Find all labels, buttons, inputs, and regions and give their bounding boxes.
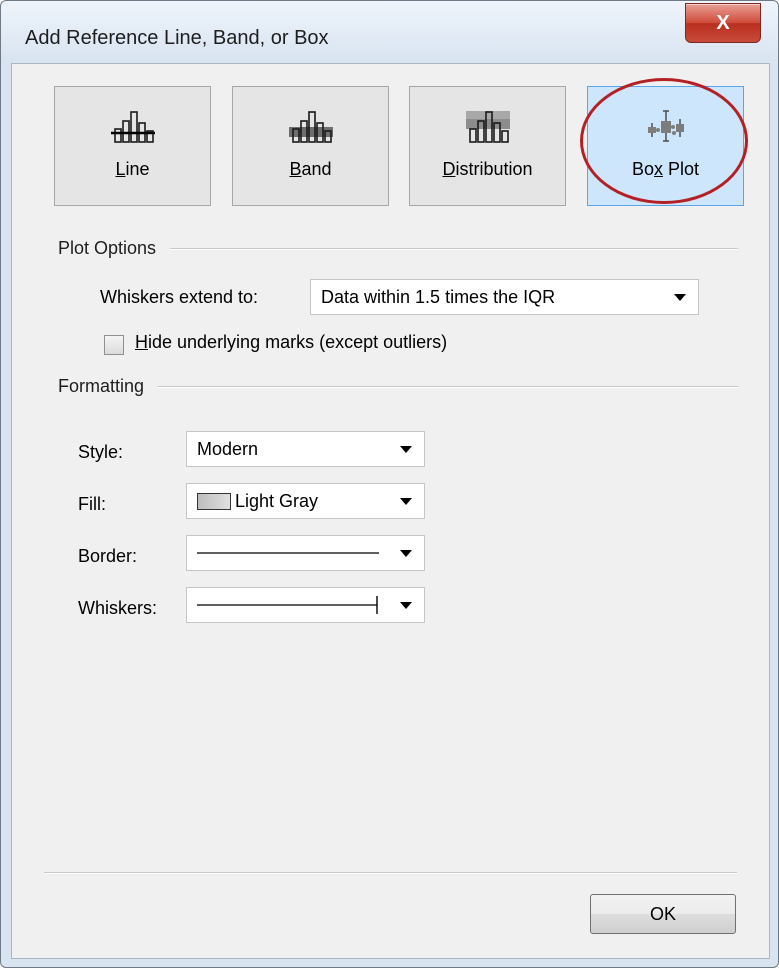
border-dropdown[interactable] — [186, 535, 425, 571]
border-line-style-icon — [197, 552, 379, 554]
chevron-down-icon — [674, 293, 686, 301]
fill-label: Fill: — [78, 494, 106, 514]
fill-value: Light Gray — [235, 490, 319, 511]
fill-dropdown[interactable]: Light Gray — [186, 483, 425, 519]
dialog-window: Add Reference Line, Band, or Box X Line — [0, 0, 779, 968]
hide-marks-label[interactable]: Hide underlying marks (except outliers) — [135, 332, 447, 353]
formatting-section: Formatting — [58, 376, 738, 397]
hide-marks-checkbox[interactable] — [104, 335, 124, 355]
style-dropdown[interactable]: Modern — [186, 431, 425, 467]
band-chart-icon — [288, 111, 333, 143]
line-chart-icon — [110, 111, 155, 143]
section-rule — [158, 385, 738, 388]
border-value — [187, 548, 400, 558]
plot-options-section: Plot Options — [58, 238, 738, 259]
footer-divider — [44, 872, 737, 874]
whiskers-value — [187, 594, 400, 616]
chevron-down-icon — [400, 445, 412, 453]
band-type-button[interactable]: Band — [232, 86, 389, 206]
style-value: Modern — [197, 438, 259, 459]
dialog-body: Line Band Distribution Box Plot Plot Opt… — [11, 63, 770, 959]
section-rule — [170, 247, 738, 250]
distribution-chart-icon — [465, 111, 510, 143]
whiskers-extend-dropdown[interactable]: Data within 1.5 times the IQR — [310, 279, 699, 315]
close-button[interactable]: X — [685, 3, 761, 43]
close-icon: X — [716, 11, 730, 34]
chevron-down-icon — [400, 601, 412, 609]
annotation-highlight-circle — [580, 78, 748, 204]
plot-options-heading: Plot Options — [58, 238, 157, 258]
light-gray-swatch — [197, 492, 231, 510]
whiskers-dropdown[interactable] — [186, 587, 425, 623]
dialog-title: Add Reference Line, Band, or Box — [25, 27, 329, 49]
style-label: Style: — [78, 442, 124, 462]
distribution-type-button[interactable]: Distribution — [409, 86, 566, 206]
whiskers-label: Whiskers: — [78, 598, 158, 618]
chevron-down-icon — [400, 549, 412, 557]
whiskers-extend-label: Whiskers extend to: — [100, 287, 259, 307]
band-type-label: Band — [289, 159, 332, 179]
chevron-down-icon — [400, 497, 412, 505]
line-type-label: Line — [115, 159, 150, 179]
formatting-heading: Formatting — [58, 376, 145, 396]
distribution-type-label: Distribution — [442, 159, 533, 179]
whisker-line-style-icon — [197, 596, 378, 614]
ok-button[interactable]: OK — [590, 894, 736, 934]
line-type-button[interactable]: Line — [54, 86, 211, 206]
border-label: Border: — [78, 546, 138, 566]
fill-value-wrap: Light Gray — [187, 491, 400, 512]
whiskers-extend-value: Data within 1.5 times the IQR — [321, 286, 556, 307]
